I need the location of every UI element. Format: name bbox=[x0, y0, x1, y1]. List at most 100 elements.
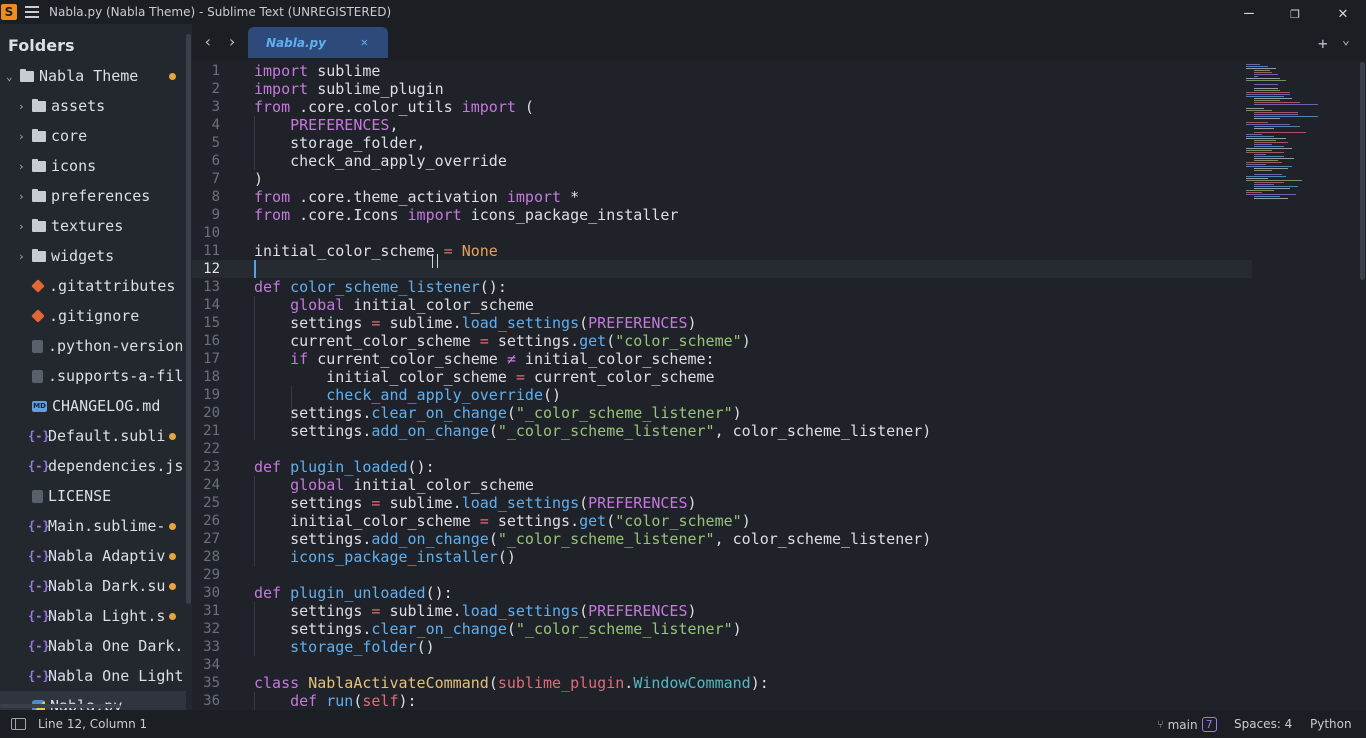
code-line: settings = sublime.load_settings(PREFERE… bbox=[254, 494, 697, 512]
minimap-line bbox=[1254, 182, 1284, 183]
minimap-line bbox=[1246, 96, 1284, 97]
chevron-right-icon[interactable]: › bbox=[18, 160, 28, 173]
syntax-selector[interactable]: Python bbox=[1310, 717, 1352, 731]
sidebar-item[interactable]: {-} Nabla Light.s bbox=[0, 601, 186, 631]
sidebar-item[interactable]: {-} Nabla Adaptiv bbox=[0, 541, 186, 571]
sidebar-item[interactable]: .python-version bbox=[0, 331, 186, 361]
chevron-right-icon[interactable]: › bbox=[18, 190, 28, 203]
tab-nabla-py[interactable]: Nabla.py ✕ bbox=[248, 27, 388, 58]
sublime-logo-icon[interactable]: S bbox=[1, 4, 17, 20]
modified-dot-icon bbox=[169, 72, 176, 80]
line-number: 12 bbox=[203, 261, 220, 277]
navigate-forward-icon[interactable]: › bbox=[224, 32, 240, 52]
folder-icon bbox=[32, 188, 46, 202]
line-number: 4 bbox=[211, 117, 220, 133]
new-tab-icon[interactable]: + bbox=[1318, 34, 1328, 53]
minimap-line bbox=[1246, 78, 1280, 79]
indentation-setting[interactable]: Spaces: 4 bbox=[1234, 717, 1292, 731]
minimap-line bbox=[1254, 168, 1288, 169]
git-branch[interactable]: ⑂ main 7 bbox=[1157, 717, 1217, 732]
editor-scrollbar[interactable] bbox=[1360, 62, 1365, 280]
sidebar-item[interactable]: .gitattributes bbox=[0, 271, 186, 301]
minimap-line bbox=[1254, 146, 1284, 147]
navigate-back-icon[interactable]: ‹ bbox=[200, 32, 216, 52]
line-number: 30 bbox=[203, 585, 220, 601]
line-number: 16 bbox=[203, 333, 220, 349]
sidebar-item[interactable]: › assets bbox=[0, 91, 186, 121]
maximize-button[interactable]: ❐ bbox=[1272, 0, 1318, 24]
minimap-line bbox=[1254, 196, 1280, 197]
sidebar-item[interactable]: › textures bbox=[0, 211, 186, 241]
tab-list-chevron-icon[interactable]: ⌄ bbox=[1342, 33, 1350, 48]
minimap-line bbox=[1254, 104, 1318, 105]
line-number: 17 bbox=[203, 351, 220, 367]
sidebar-item[interactable]: {-} Nabla Dark.su bbox=[0, 571, 186, 601]
file-icon bbox=[32, 339, 43, 353]
line-number: 21 bbox=[203, 423, 220, 439]
close-tab-icon[interactable]: ✕ bbox=[361, 35, 368, 49]
minimap-line bbox=[1254, 114, 1298, 115]
sidebar-item[interactable]: MD CHANGELOG.md bbox=[0, 391, 186, 421]
sidebar-item[interactable]: {-} dependencies.js bbox=[0, 451, 186, 481]
cursor-position[interactable]: Line 12, Column 1 bbox=[38, 717, 147, 731]
chevron-right-icon[interactable]: › bbox=[18, 100, 28, 113]
text-caret bbox=[254, 260, 256, 278]
branch-changes-badge: 7 bbox=[1201, 717, 1217, 732]
json-icon: {-} bbox=[28, 459, 50, 473]
minimap-line bbox=[1254, 158, 1294, 159]
sidebar-item[interactable]: {-} Nabla One Light bbox=[0, 661, 186, 691]
line-number: 9 bbox=[211, 207, 220, 223]
minimap-line bbox=[1254, 118, 1280, 119]
line-number: 32 bbox=[203, 621, 220, 637]
chevron-right-icon[interactable]: › bbox=[18, 250, 28, 263]
sidebar-item[interactable]: {-} Main.sublime- bbox=[0, 511, 186, 541]
minimap-line bbox=[1254, 74, 1278, 75]
sidebar-horizontal-scrollbar[interactable] bbox=[0, 704, 120, 708]
chevron-right-icon[interactable]: › bbox=[18, 130, 28, 143]
minimize-button[interactable]: — bbox=[1226, 0, 1272, 24]
menu-hamburger-icon[interactable] bbox=[25, 6, 39, 18]
sidebar-scrollbar[interactable] bbox=[186, 34, 191, 604]
sidebar-item[interactable]: › icons bbox=[0, 151, 186, 181]
sidebar-item[interactable]: .gitignore bbox=[0, 301, 186, 331]
minimap-line bbox=[1254, 188, 1290, 189]
modified-dot-icon bbox=[169, 582, 176, 590]
minimap[interactable] bbox=[1246, 60, 1356, 220]
modified-dot-icon bbox=[169, 522, 176, 530]
sidebar-item[interactable]: LICENSE bbox=[0, 481, 186, 511]
file-icon bbox=[32, 369, 43, 383]
window-title: Nabla.py (Nabla Theme) - Sublime Text (U… bbox=[49, 5, 392, 19]
json-icon: {-} bbox=[28, 549, 50, 563]
tab-bar: ‹ › Nabla.py ✕ + ⌄ bbox=[192, 24, 1366, 60]
code-line: storage_folder() bbox=[290, 638, 435, 656]
sidebar-item-label: .supports-a-fil bbox=[48, 367, 184, 385]
close-window-button[interactable]: ✕ bbox=[1320, 0, 1366, 24]
code-line: def run(self): bbox=[290, 692, 417, 710]
chevron-right-icon[interactable]: › bbox=[18, 220, 28, 233]
folder-icon bbox=[32, 248, 46, 262]
minimap-line bbox=[1246, 180, 1302, 181]
minimap-line bbox=[1246, 92, 1290, 93]
line-number: 1 bbox=[211, 63, 220, 79]
sidebar-item[interactable]: {-} Nabla One Dark. bbox=[0, 631, 186, 661]
code-line: initial_color_scheme = settings.get("col… bbox=[254, 512, 751, 530]
sidebar-item[interactable]: › widgets bbox=[0, 241, 186, 271]
sidebar-item[interactable]: {-} Default.subli bbox=[0, 421, 186, 451]
sidebar-item-label: Nabla Theme bbox=[39, 67, 139, 85]
sidebar-item[interactable]: ⌄ Nabla Theme bbox=[0, 61, 186, 91]
minimap-line bbox=[1254, 126, 1300, 127]
minimap-line bbox=[1254, 174, 1282, 175]
panel-toggle-icon[interactable] bbox=[11, 718, 26, 730]
sidebar-item[interactable]: › core bbox=[0, 121, 186, 151]
code-line: def plugin_loaded(): bbox=[254, 458, 435, 476]
code-editor[interactable]: 1 2 3 4 5 6 7 8 9 10 11 12 13 14 15 16 17 18 19 20 21 22 23 24 2… bbox=[192, 60, 1366, 710]
sidebar-item[interactable]: .supports-a-fil bbox=[0, 361, 186, 391]
chevron-down-icon[interactable]: ⌄ bbox=[6, 70, 16, 83]
sidebar-item[interactable]: › preferences bbox=[0, 181, 186, 211]
sidebar-item-label: Default.subli bbox=[48, 427, 166, 445]
minimap-line bbox=[1254, 140, 1276, 141]
code-line: global initial_color_scheme bbox=[290, 296, 534, 314]
line-number: 7 bbox=[211, 171, 220, 187]
git-icon bbox=[31, 309, 45, 323]
code-line: settings.add_on_change("_color_scheme_li… bbox=[254, 530, 932, 548]
